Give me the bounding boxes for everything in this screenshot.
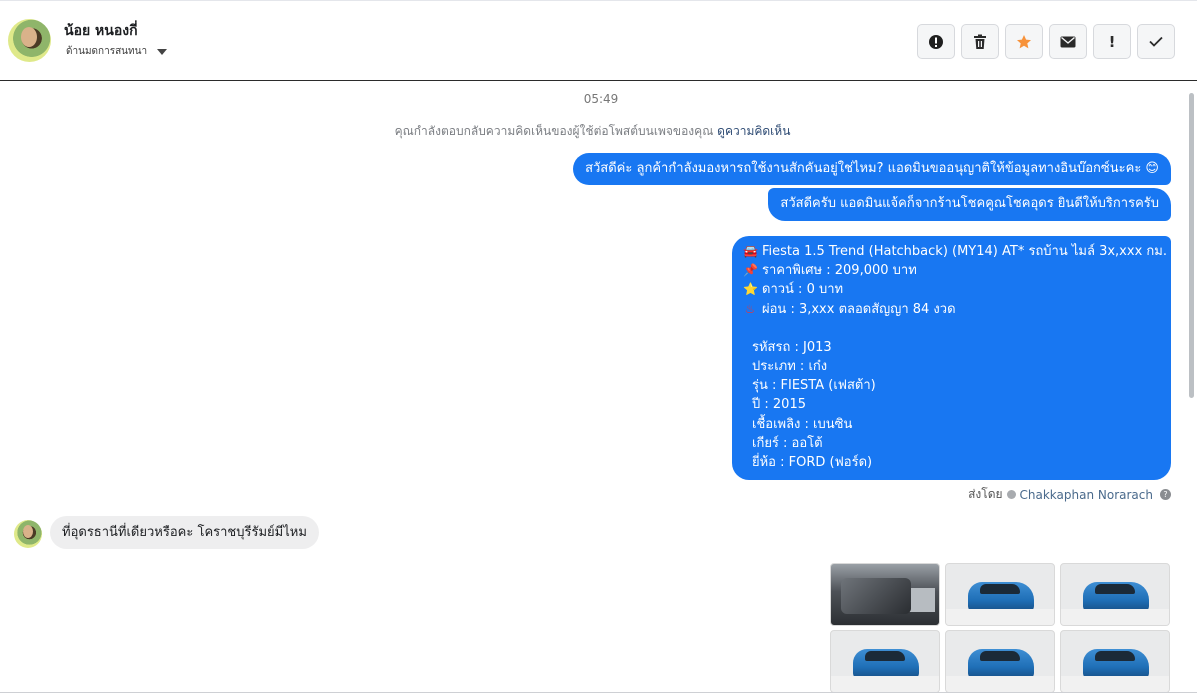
conversation-toolbar: !	[917, 24, 1175, 59]
outgoing-message[interactable]: สวัสดีค่ะ ลูกค้ากำลังมองหารถใช้งานสักคัน…	[573, 153, 1171, 185]
photo-engine-bay[interactable]	[830, 563, 940, 626]
listing-headline: Fiesta 1.5 Trend (Hatchback) (MY14) AT* …	[762, 244, 1167, 260]
sent-by-info: ส่งโดย Chakkaphan Norarach ?	[968, 485, 1171, 504]
hot-springs-icon: ♨	[744, 301, 756, 316]
photo-front[interactable]	[1060, 563, 1170, 626]
listing-price-row: 📌 ราคาพิเศษ : 209,000 บาท	[743, 261, 1160, 280]
photo-front-side[interactable]	[830, 630, 940, 693]
listing-headline-row: 🚘 Fiesta 1.5 Trend (Hatchback) (MY14) AT…	[743, 242, 1167, 261]
view-comment-link[interactable]: ดูความคิดเห็น	[717, 124, 790, 138]
listing-detail: รุ่น : FIESTA (เฟสต้า)	[752, 378, 876, 394]
photo-attachment-grid	[830, 563, 1170, 693]
listing-detail: เชื้อเพลิง : เบนซิน	[752, 416, 853, 432]
alert-circle-icon	[929, 34, 943, 49]
listing-spacer	[743, 319, 1160, 338]
contact-avatar[interactable]	[8, 19, 51, 62]
sent-by-agent[interactable]: Chakkaphan Norarach	[1020, 488, 1153, 502]
listing-detail: ปี : 2015	[752, 397, 806, 413]
mark-unread-button[interactable]	[1049, 24, 1087, 59]
star-icon	[1017, 34, 1031, 48]
conversation-stage-dropdown[interactable]: ด้านมดการสนทนา	[66, 44, 168, 59]
contact-avatar-small	[14, 520, 42, 548]
outgoing-message[interactable]: สวัสดีครับ แอดมินแจ้คก็จากร้านโชคคูณโชคอ…	[768, 188, 1171, 221]
contact-name[interactable]: น้อย หนองกี่	[64, 20, 138, 42]
envelope-icon	[1060, 36, 1076, 47]
conversation-stage-label: ด้านมดการสนทนา	[66, 46, 148, 57]
thread-scrollbar[interactable]	[1189, 93, 1194, 398]
composer-edge	[0, 692, 1197, 698]
listing-detail: รหัสรถ : J013	[752, 339, 832, 355]
message-timestamp: 05:49	[583, 92, 619, 106]
photo-front-three-quarter[interactable]	[945, 563, 1055, 626]
listing-price: ราคาพิเศษ : 209,000 บาท	[762, 263, 917, 279]
sent-by-label: ส่งโดย	[968, 487, 1003, 501]
help-icon[interactable]: ?	[1160, 489, 1171, 500]
car-icon: 🚘	[743, 244, 758, 259]
incoming-message[interactable]: ที่อุดรธานีที่เดียวหรือคะ โคราชบุรีรัมย์…	[50, 516, 319, 549]
chevron-down-icon	[157, 48, 168, 55]
mark-done-button[interactable]	[1137, 24, 1175, 59]
listing-detail: ยี่ห้อ : FORD (ฟอร์ด)	[752, 454, 873, 470]
agent-avatar-icon	[1006, 490, 1016, 499]
conversation-header: น้อย หนองกี่ ด้านมดการสนทนา !	[0, 0, 1197, 81]
listing-down-row: ⭐ ดาวน์ : 0 บาท	[743, 280, 1160, 299]
comment-reply-notice: คุณกำลังตอบกลับความคิดเห็นของผู้ใช้ต่อโพ…	[0, 122, 1185, 141]
trash-icon	[974, 34, 986, 49]
listing-installment-row: ♨ ผ่อน : 3,xxx ตลอดสัญญา 84 งวด	[743, 300, 1160, 319]
pin-icon: 📌	[743, 263, 758, 278]
message-thread[interactable]: 05:49 คุณกำลังตอบกลับความคิดเห็นของผู้ใช…	[0, 81, 1197, 698]
photo-rear[interactable]	[1060, 630, 1170, 693]
spam-button[interactable]: !	[1093, 24, 1131, 59]
listing-installment: ผ่อน : 3,xxx ตลอดสัญญา 84 งวด	[762, 301, 956, 317]
exclamation-icon: !	[1108, 32, 1116, 51]
delete-button[interactable]	[961, 24, 999, 59]
star-emoji-icon: ⭐	[743, 282, 758, 297]
listing-detail: ประเภท : เก๋ง	[752, 359, 828, 375]
comment-reply-text: คุณกำลังตอบกลับความคิดเห็นของผู้ใช้ต่อโพ…	[394, 124, 714, 138]
car-listing-message[interactable]: 🚘 Fiesta 1.5 Trend (Hatchback) (MY14) AT…	[732, 236, 1171, 480]
listing-detail: เกียร์ : ออโต้	[752, 435, 823, 451]
report-button[interactable]	[917, 24, 955, 59]
listing-down-payment: ดาวน์ : 0 บาท	[762, 282, 844, 298]
star-button[interactable]	[1005, 24, 1043, 59]
photo-rear-three-quarter[interactable]	[945, 630, 1055, 693]
checkmark-icon	[1149, 36, 1163, 47]
